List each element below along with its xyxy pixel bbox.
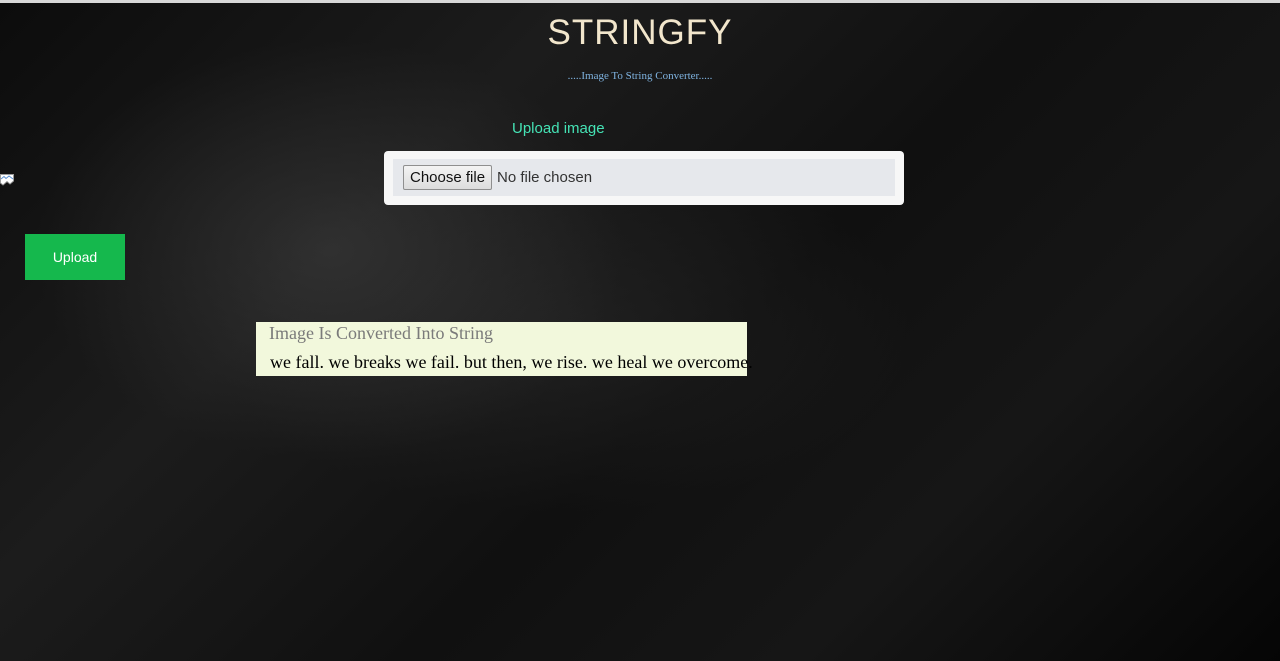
app-subtitle: .....Image To String Converter..... [567, 70, 713, 82]
file-status-text: No file chosen [497, 169, 593, 186]
result-heading: Image Is Converted Into String [269, 323, 493, 343]
file-input[interactable]: Choose file No file chosen [393, 159, 895, 196]
result-box: Image Is Converted Into String we fall. … [256, 322, 753, 376]
file-input-card: Choose file No file chosen [384, 151, 904, 205]
converted-string-text: we fall. we breaks we fail. but then, we… [270, 352, 753, 372]
upload-button[interactable]: Upload [25, 234, 125, 280]
broken-image-icon [0, 174, 14, 187]
choose-file-button[interactable]: Choose file [403, 165, 493, 190]
upload-image-label: Upload image [512, 120, 605, 137]
app-title: STRINGFY [547, 13, 733, 52]
top-border-line [0, 0, 1280, 3]
